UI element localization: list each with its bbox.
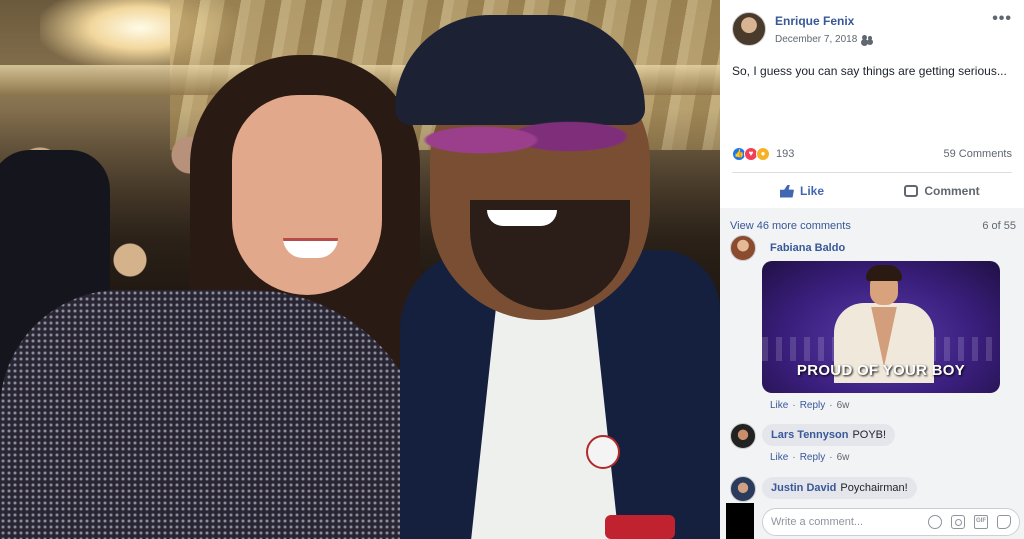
post-meta: December 7, 2018 — [775, 34, 873, 45]
separator-dot: · — [792, 400, 796, 411]
separator-dot: · — [792, 452, 796, 463]
post-side-panel: Enrique Fenix December 7, 2018 ••• So, I… — [720, 0, 1024, 539]
post-actions: Like Comment — [732, 175, 1012, 207]
like-button-label: Like — [799, 184, 824, 198]
commenter-avatar[interactable] — [730, 423, 756, 449]
pocket-square — [605, 515, 675, 539]
comment-like-link[interactable]: Like — [770, 452, 788, 463]
separator-dot: · — [829, 400, 833, 411]
comment-text: Poychairman! — [840, 482, 908, 494]
comments-section: View 46 more comments 6 of 55 Fabiana Ba… — [720, 208, 1024, 539]
author-avatar[interactable] — [732, 12, 766, 46]
commenter-name[interactable]: Lars Tennyson — [771, 429, 848, 441]
comment-bubble: Lars Tennyson POYB! — [762, 424, 896, 446]
emoji-icon[interactable] — [928, 515, 942, 529]
lapel-pin — [586, 435, 620, 469]
reactions-summary[interactable]: 👍 ♥ ● 193 — [732, 147, 794, 161]
man-sunglasses — [418, 105, 628, 175]
divider — [732, 172, 1012, 173]
comment-like-link[interactable]: Like — [770, 400, 788, 411]
composer-icons: GIF — [928, 515, 1011, 529]
comment-input[interactable] — [771, 516, 928, 528]
comment-time[interactable]: 6w — [837, 400, 850, 411]
comment-button-label: Comment — [924, 184, 980, 198]
gif-icon[interactable]: GIF — [974, 515, 988, 529]
comments-pager: 6 of 55 — [982, 220, 1016, 232]
current-user-avatar — [726, 503, 754, 539]
commenter-name[interactable]: Justin David — [771, 482, 836, 494]
gif-performer-hair — [866, 265, 902, 281]
comment-composer[interactable]: GIF — [762, 508, 1020, 536]
comment-actions: Like · Reply · 6w — [770, 452, 849, 463]
wow-reaction-icon: ● — [756, 147, 770, 161]
post-date[interactable]: December 7, 2018 — [775, 34, 857, 45]
camera-icon[interactable] — [951, 515, 965, 529]
commenter-name[interactable]: Fabiana Baldo — [770, 242, 845, 254]
comment-count-link[interactable]: 59 Comments — [944, 148, 1012, 160]
comment-time[interactable]: 6w — [837, 452, 850, 463]
separator-dot: · — [829, 452, 833, 463]
comment-bubble: Justin David Poychairman! — [762, 477, 917, 499]
author-name[interactable]: Enrique Fenix — [775, 14, 854, 28]
post-photo[interactable] — [0, 0, 720, 539]
comment-button[interactable]: Comment — [872, 175, 1012, 207]
comment-reply-link[interactable]: Reply — [800, 452, 826, 463]
sticker-icon[interactable] — [997, 515, 1011, 529]
comment-actions: Like · Reply · 6w — [770, 400, 849, 411]
more-options-button[interactable]: ••• — [992, 11, 1012, 27]
speech-bubble-icon — [904, 185, 919, 197]
comment-text: POYB! — [852, 429, 887, 441]
friends-icon[interactable] — [862, 35, 873, 44]
thumbs-up-icon — [779, 184, 794, 198]
gif-attachment[interactable]: PROUD OF YOUR BOY — [762, 261, 1000, 393]
gif-caption: PROUD OF YOUR BOY — [796, 362, 966, 379]
comment-reply-link[interactable]: Reply — [800, 400, 826, 411]
woman-face — [232, 95, 382, 295]
reaction-count[interactable]: 193 — [776, 148, 794, 160]
man-smile — [487, 210, 557, 226]
post-header: Enrique Fenix December 7, 2018 ••• — [732, 11, 1012, 52]
commenter-avatar[interactable] — [730, 476, 756, 502]
like-button[interactable]: Like — [732, 175, 872, 207]
commenter-avatar[interactable] — [730, 235, 756, 261]
post-text: So, I guess you can say things are getti… — [732, 64, 1007, 78]
view-more-comments-link[interactable]: View 46 more comments — [730, 220, 851, 232]
